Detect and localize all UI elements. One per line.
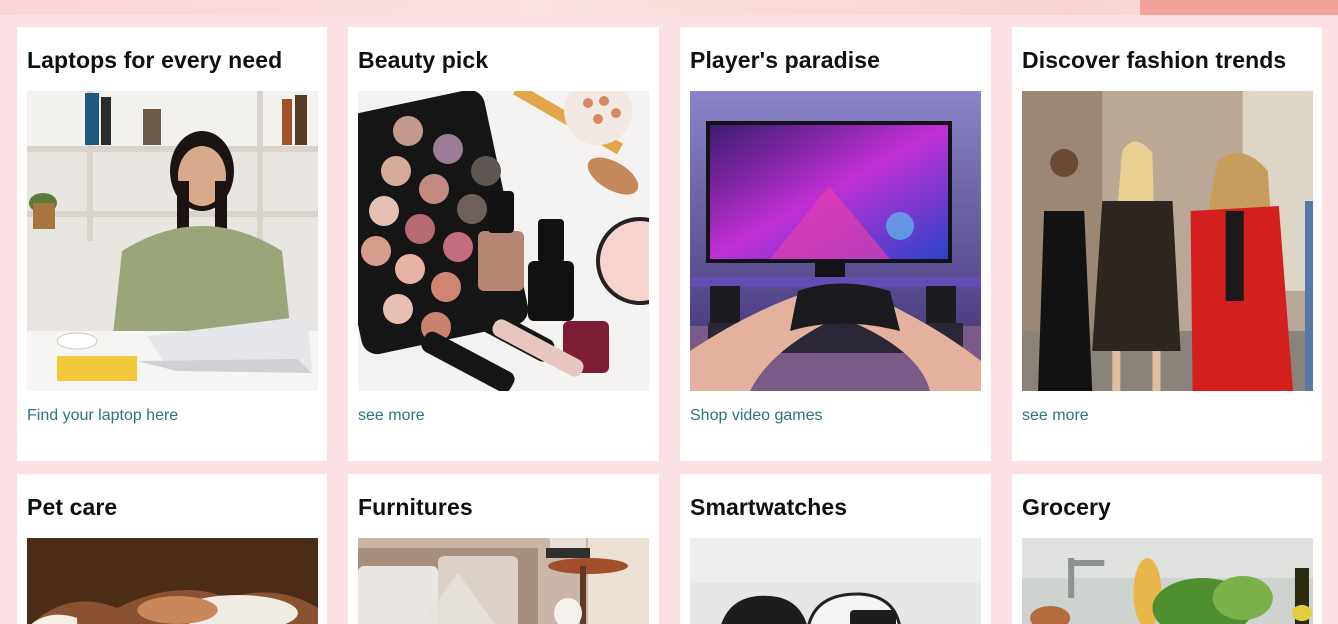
- beauty-see-more-link[interactable]: see more: [358, 407, 425, 425]
- card-title: Pet care: [27, 494, 118, 520]
- card-title: Smartwatches: [690, 494, 848, 520]
- card-fashion: Discover fashion trends see more: [1012, 27, 1322, 461]
- card-title: Beauty pick: [358, 47, 489, 73]
- find-laptop-link[interactable]: Find your laptop here: [27, 407, 178, 425]
- card-title: Player's paradise: [690, 47, 881, 73]
- category-card-grid: Laptops for every need Find your laptop …: [17, 27, 1322, 624]
- card-grocery: Grocery: [1012, 474, 1322, 624]
- top-banner-strip: [0, 0, 1338, 15]
- grocery-bag-photo[interactable]: [1022, 538, 1313, 624]
- card-furnitures: Furnitures: [348, 474, 659, 624]
- living-room-furniture-photo[interactable]: [358, 538, 649, 624]
- card-title: Grocery: [1022, 494, 1111, 520]
- smartwatches-photo[interactable]: [690, 538, 981, 624]
- card-title: Discover fashion trends: [1022, 47, 1287, 73]
- card-smartwatches: Smartwatches: [680, 474, 991, 624]
- gamer-with-controller-photo[interactable]: [690, 91, 981, 391]
- pet-photo[interactable]: [27, 538, 318, 624]
- card-beauty: Beauty pick see more: [348, 27, 659, 461]
- shop-video-games-link[interactable]: Shop video games: [690, 407, 823, 425]
- fashion-street-style-photo[interactable]: [1022, 91, 1313, 391]
- card-pet-care: Pet care: [17, 474, 327, 624]
- card-laptops: Laptops for every need Find your laptop …: [17, 27, 327, 461]
- top-banner-accent: [1140, 0, 1338, 15]
- card-gaming: Player's paradise Shop video games: [680, 27, 991, 461]
- card-title: Furnitures: [358, 494, 473, 520]
- card-title: Laptops for every need: [27, 47, 283, 73]
- makeup-products-photo[interactable]: [358, 91, 649, 391]
- fashion-see-more-link[interactable]: see more: [1022, 407, 1089, 425]
- woman-with-laptop-photo[interactable]: [27, 91, 318, 391]
